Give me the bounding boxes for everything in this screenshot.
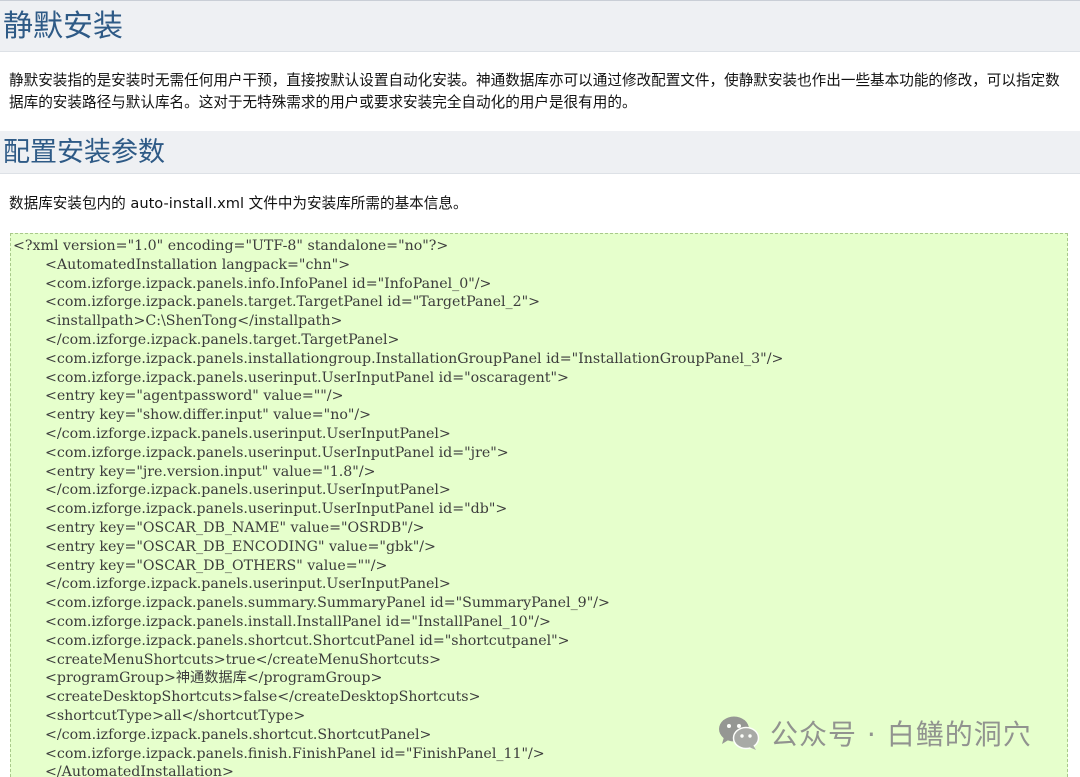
code-line: <entry key="jre.version.input" value="1.… [45,463,376,480]
code-line: <com.izforge.izpack.panels.info.InfoPane… [45,275,492,292]
code-line: <com.izforge.izpack.panels.finish.Finish… [45,745,545,762]
code-line: </AutomatedInstallation> [45,764,234,777]
code-line: <entry key="OSCAR_DB_ENCODING" value="gb… [45,538,436,555]
code-line: <AutomatedInstallation langpack="chn"> [45,256,351,273]
code-line: <?xml version="1.0" encoding="UTF-8" sta… [13,238,449,254]
watermark-text: 公众号 · 白鳝的洞穴 [770,718,1032,751]
intro-paragraph: 静默安装指的是安装时无需任何用户干预，直接按默认设置自动化安装。神通数据库亦可以… [9,72,1060,111]
code-line: <createMenuShortcuts>true</createMenuSho… [45,651,441,668]
code-line: <com.izforge.izpack.panels.userinput.Use… [45,501,508,518]
code-line: </com.izforge.izpack.panels.userinput.Us… [45,482,451,499]
code-line: <entry key="agentpassword" value=""/> [45,388,344,405]
code-line: </com.izforge.izpack.panels.userinput.Us… [45,425,451,442]
section-header-silent-install: 静默安装 [0,1,1080,52]
code-line: <shortcutType>all</shortcutType> [45,707,306,724]
code-line: <com.izforge.izpack.panels.installationg… [45,350,784,367]
section-header-config-params: 配置安装参数 [0,131,1080,174]
section-title: 配置安装参数 [3,137,165,168]
code-line: </com.izforge.izpack.panels.shortcut.Sho… [45,726,432,743]
code-line: <com.izforge.izpack.panels.summary.Summa… [45,595,610,612]
code-line: <com.izforge.izpack.panels.userinput.Use… [45,444,509,461]
page-title: 静默安装 [3,9,123,44]
config-paragraph: 数据库安装包内的 auto-install.xml 文件中为安装库所需的基本信息… [9,195,468,212]
code-line: </com.izforge.izpack.panels.target.Targe… [45,331,400,348]
wechat-icon [719,716,760,750]
code-line: <installpath>C:\ShenTong</installpath> [45,313,343,330]
code-line: <entry key="OSCAR_DB_NAME" value="OSRDB"… [45,519,425,536]
code-line: <createDesktopShortcuts>false</createDes… [45,689,481,706]
watermark: 公众号 · 白鳝的洞穴 [718,710,1032,756]
code-line: </com.izforge.izpack.panels.userinput.Us… [45,576,451,593]
code-block: <?xml version="1.0" encoding="UTF-8" sta… [10,233,1068,777]
code-line: <com.izforge.izpack.panels.install.Insta… [45,613,551,630]
code-line: <com.izforge.izpack.panels.target.Target… [45,294,541,311]
code-line: <com.izforge.izpack.panels.userinput.Use… [45,369,569,386]
code-line: <entry key="show.differ.input" value="no… [45,407,372,424]
code-line: <entry key="OSCAR_DB_OTHERS" value=""/> [45,557,388,574]
code-line: <com.izforge.izpack.panels.shortcut.Shor… [45,632,570,649]
code-line: <programGroup>神通数据库</programGroup> [45,670,383,687]
code-lines: <?xml version="1.0" encoding="UTF-8" sta… [11,237,783,777]
